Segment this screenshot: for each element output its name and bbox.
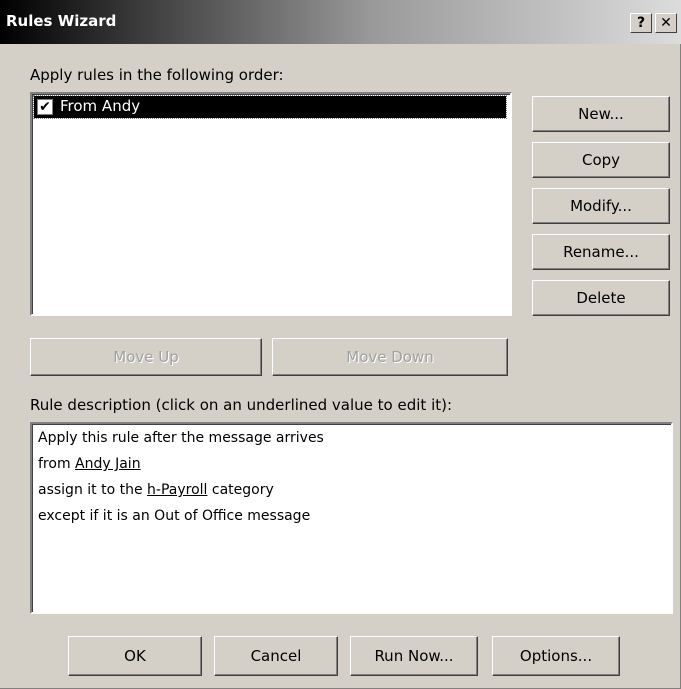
- rules-wizard-dialog: Rules Wizard ? ✕ Apply rules in the foll…: [0, 0, 681, 689]
- description-line-3-prefix: assign it to the: [38, 482, 148, 498]
- cancel-button[interactable]: Cancel: [214, 636, 338, 676]
- close-button[interactable]: ✕: [655, 13, 677, 33]
- run-now-button[interactable]: Run Now...: [350, 636, 478, 676]
- rule-label: From Andy: [60, 97, 141, 115]
- delete-button[interactable]: Delete: [532, 280, 670, 316]
- move-down-button[interactable]: Move Down: [272, 338, 508, 376]
- category-link[interactable]: h-Payroll: [147, 482, 207, 498]
- ok-button[interactable]: OK: [68, 636, 202, 676]
- rule-item-from-andy[interactable]: ✔ From Andy: [33, 95, 507, 119]
- check-icon: ✔: [39, 99, 51, 115]
- help-button[interactable]: ?: [630, 13, 652, 33]
- description-line-4: except if it is an Out of Office message: [38, 508, 311, 524]
- copy-button[interactable]: Copy: [532, 142, 670, 178]
- description-line-1: Apply this rule after the message arrive…: [38, 430, 324, 446]
- description-line-2: from Andy Jain: [38, 456, 141, 472]
- title-bar[interactable]: Rules Wizard ? ✕: [0, 0, 681, 44]
- sender-link[interactable]: Andy Jain: [75, 456, 141, 472]
- new-button[interactable]: New...: [532, 96, 670, 132]
- options-button[interactable]: Options...: [492, 636, 620, 676]
- description-line-2-prefix: from: [38, 456, 76, 472]
- rule-description-box: Apply this rule after the message arrive…: [30, 422, 673, 614]
- rules-list-heading: Apply rules in the following order:: [30, 66, 284, 84]
- close-icon: ✕: [660, 15, 672, 31]
- rule-checkbox[interactable]: ✔: [37, 99, 53, 115]
- rules-list[interactable]: ✔ From Andy: [30, 92, 512, 316]
- window-title: Rules Wizard: [6, 12, 117, 30]
- modify-button[interactable]: Modify...: [532, 188, 670, 224]
- rule-description-heading: Rule description (click on an underlined…: [30, 396, 453, 414]
- description-line-3-suffix: category: [207, 482, 274, 498]
- rename-button[interactable]: Rename...: [532, 234, 670, 270]
- move-up-button[interactable]: Move Up: [30, 338, 262, 376]
- description-line-3: assign it to the h-Payroll category: [38, 482, 274, 498]
